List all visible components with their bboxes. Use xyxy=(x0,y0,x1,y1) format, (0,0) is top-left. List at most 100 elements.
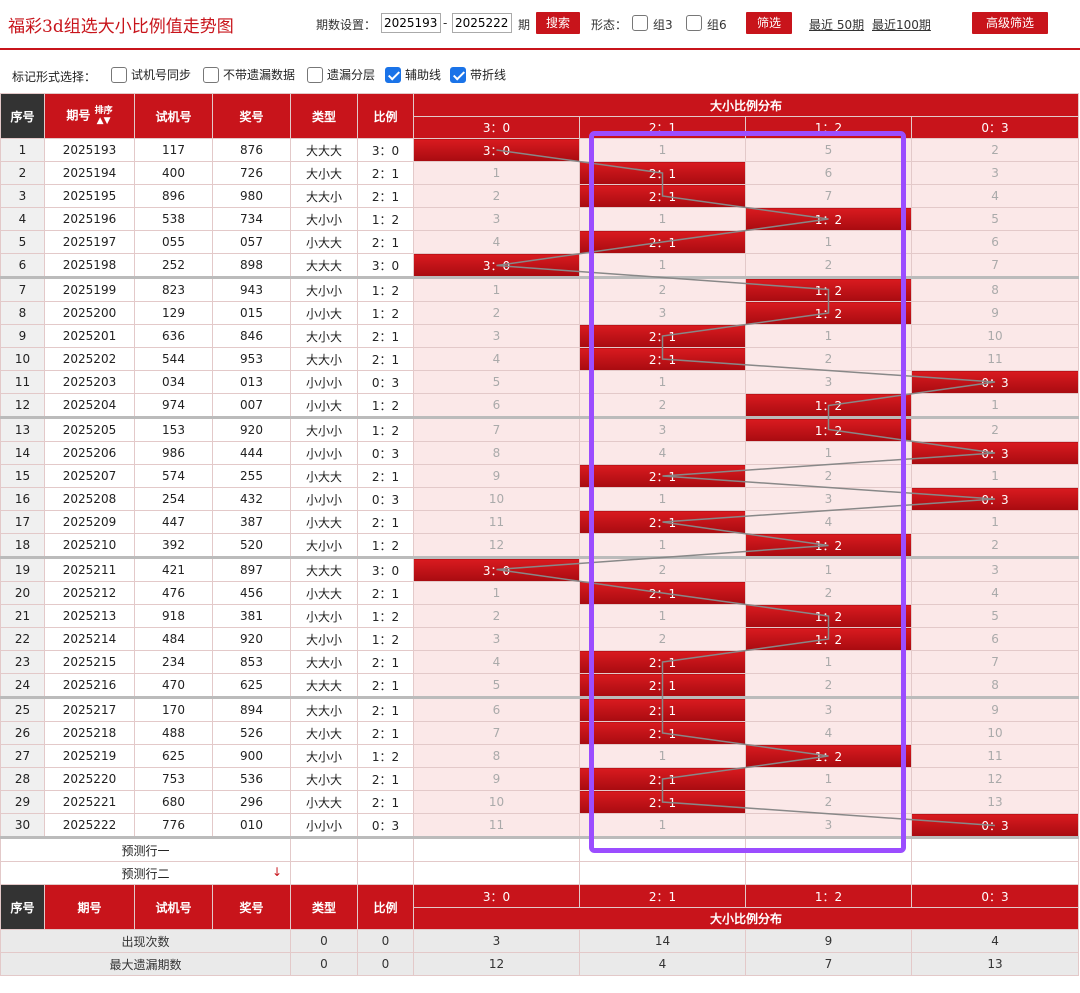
predict-input-cell[interactable] xyxy=(290,861,358,885)
sort-control[interactable]: 排序 ▲▼ xyxy=(95,106,113,126)
row-ratio: 2：1 xyxy=(357,230,414,254)
row-prize-number: 526 xyxy=(212,721,291,745)
row-issue: 2025203 xyxy=(44,370,135,394)
miss-count-cell: 1 xyxy=(579,533,746,558)
dist-col-header: 1：2 xyxy=(745,116,912,139)
option-checkbox-checked[interactable] xyxy=(385,66,401,83)
row-prize-number: 444 xyxy=(212,441,291,465)
miss-count-cell: 3 xyxy=(745,370,912,394)
group6-checkbox[interactable] xyxy=(686,15,702,31)
miss-count-cell: 1 xyxy=(413,276,580,302)
row-ratio: 2：1 xyxy=(357,650,414,674)
recent-100-link[interactable]: 最近100期 xyxy=(872,16,931,33)
col-issue-header[interactable]: 期号 排序 ▲▼ xyxy=(44,93,135,139)
stats-ratio-value: 0 xyxy=(357,952,414,976)
predict-dist-cell[interactable] xyxy=(910,861,1080,885)
row-test-number: 055 xyxy=(134,230,213,254)
predict-dist-cell[interactable] xyxy=(745,836,912,862)
predict-dist-cell[interactable] xyxy=(745,861,912,885)
option-checkbox[interactable] xyxy=(203,66,219,83)
advanced-filter-button[interactable]: 高级筛选 xyxy=(972,12,1048,34)
row-test-number: 625 xyxy=(134,744,213,768)
filter-button[interactable]: 筛选 xyxy=(746,12,792,34)
option-helper-line[interactable]: 辅助线 xyxy=(385,66,441,83)
row-issue: 2025220 xyxy=(44,767,135,791)
recent-50-link[interactable]: 最近 50期 xyxy=(809,16,864,33)
footer-header-row: 序号 期号 试机号 奖号 类型 比例 3：0 2：1 1：2 0：3 xyxy=(0,884,1080,930)
hit-cell: 1：2 xyxy=(745,276,912,302)
hit-cell: 2：1 xyxy=(579,184,746,208)
row-prize-number: 920 xyxy=(212,416,291,442)
table-row: 1 2025193 117 876 大大大 3：0 3：0 1 5 2 xyxy=(0,138,1080,162)
row-issue: 2025222 xyxy=(44,813,135,838)
row-type: 大小大 xyxy=(290,721,358,745)
row-prize-number: 943 xyxy=(212,276,291,302)
row-issue: 2025206 xyxy=(44,441,135,465)
trend-table: 序号 期号 排序 ▲▼ 试机号 奖号 类型 比例 大小比例分布 3：0 2：1 1… xyxy=(0,93,1080,976)
predict-dist-cell[interactable] xyxy=(910,836,1080,862)
row-ratio: 1：2 xyxy=(357,276,414,302)
stats-dist-value: 12 xyxy=(413,952,580,976)
miss-count-cell: 6 xyxy=(745,161,912,185)
period-to-input[interactable] xyxy=(452,13,512,33)
option-no-missing[interactable]: 不带遗漏数据 xyxy=(203,66,295,83)
miss-count-cell: 1 xyxy=(745,324,912,348)
search-button[interactable]: 搜索 xyxy=(536,12,580,34)
row-type: 小大大 xyxy=(290,510,358,534)
predict-dist-cell[interactable] xyxy=(579,836,746,862)
row-prize-number: 900 xyxy=(212,744,291,768)
option-missing-layer[interactable]: 遗漏分层 xyxy=(307,66,375,83)
predict-input-cell[interactable] xyxy=(357,861,414,885)
group3-checkbox[interactable] xyxy=(632,15,648,31)
option-sync-test[interactable]: 试机号同步 xyxy=(111,66,191,83)
miss-count-cell: 8 xyxy=(413,441,580,465)
predict-dist-cell[interactable] xyxy=(413,836,580,862)
miss-count-cell: 11 xyxy=(910,347,1080,371)
miss-count-cell: 1 xyxy=(579,813,746,838)
miss-count-cell: 1 xyxy=(579,744,746,768)
table-row: 20 2025212 476 456 小大大 2：1 1 2：1 2 4 xyxy=(0,581,1080,605)
predict-row[interactable]: 预测行二 ↓ xyxy=(0,861,1080,885)
miss-count-cell: 5 xyxy=(745,138,912,162)
miss-count-cell: 1 xyxy=(910,464,1080,488)
option-polyline[interactable]: 带折线 xyxy=(450,66,506,83)
row-test-number: 896 xyxy=(134,184,213,208)
predict-input-cell[interactable] xyxy=(290,836,358,862)
row-type: 大大小 xyxy=(290,184,358,208)
hit-cell: 2：1 xyxy=(579,650,746,674)
table-row: 17 2025209 447 387 小大大 2：1 11 2：1 4 1 xyxy=(0,510,1080,534)
row-test-number: 974 xyxy=(134,393,213,418)
hit-cell: 2：1 xyxy=(579,721,746,745)
predict-row[interactable]: 预测行一 xyxy=(0,836,1080,862)
predict-input-cell[interactable] xyxy=(357,836,414,862)
option-checkbox[interactable] xyxy=(111,66,127,83)
row-issue: 2025198 xyxy=(44,253,135,278)
row-ratio: 1：2 xyxy=(357,533,414,558)
miss-count-cell: 2 xyxy=(745,581,912,605)
option-checkbox[interactable] xyxy=(307,66,323,83)
row-prize-number: 255 xyxy=(212,464,291,488)
row-ratio: 1：2 xyxy=(357,416,414,442)
row-ratio: 2：1 xyxy=(357,184,414,208)
row-test-number: 538 xyxy=(134,207,213,231)
row-ratio: 2：1 xyxy=(357,161,414,185)
row-test-number: 776 xyxy=(134,813,213,838)
table-row: 29 2025221 680 296 小大大 2：1 10 2：1 2 13 xyxy=(0,790,1080,814)
row-issue: 2025216 xyxy=(44,673,135,698)
predict-dist-cell[interactable] xyxy=(413,861,580,885)
row-test-number: 170 xyxy=(134,696,213,722)
row-seq: 16 xyxy=(0,487,45,511)
stats-type-value: 0 xyxy=(290,929,358,953)
row-prize-number: 536 xyxy=(212,767,291,791)
footer-prize-header: 奖号 xyxy=(212,884,291,930)
miss-count-cell: 7 xyxy=(413,721,580,745)
hit-cell: 2：1 xyxy=(579,161,746,185)
stats-dist-value: 3 xyxy=(413,929,580,953)
miss-count-cell: 7 xyxy=(745,184,912,208)
arrow-down-icon[interactable]: ↓ xyxy=(272,865,282,879)
period-from-input[interactable] xyxy=(381,13,441,33)
option-checkbox-checked[interactable] xyxy=(450,66,466,83)
predict-dist-cell[interactable] xyxy=(579,861,746,885)
row-type: 小大小 xyxy=(290,604,358,628)
hit-cell: 2：1 xyxy=(579,230,746,254)
